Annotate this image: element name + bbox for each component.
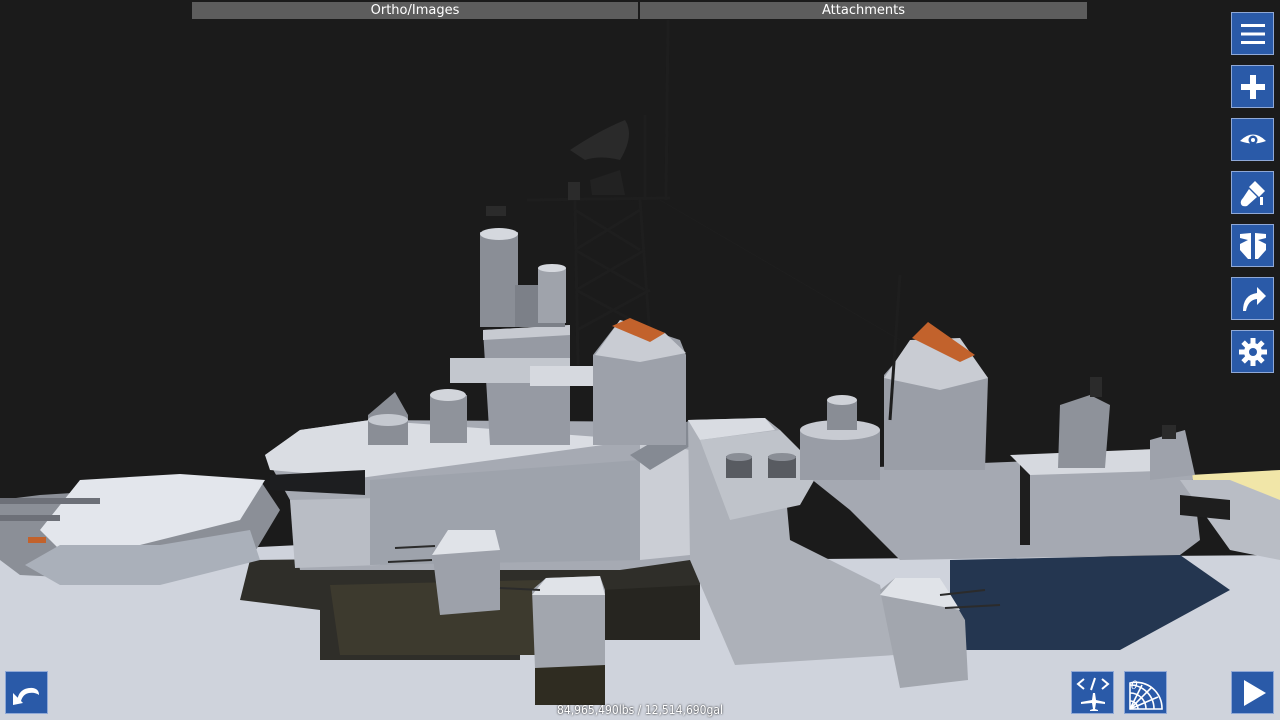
menu-icon [1240,23,1265,44]
tab-ortho-images[interactable]: Ortho/Images [192,2,638,19]
paint-button[interactable] [1231,171,1274,214]
viewport-3d[interactable] [0,0,1280,720]
paint-icon [1240,180,1265,206]
add-part-button[interactable] [1231,65,1274,108]
menu-button[interactable] [1231,12,1274,55]
svg-text:θ: θ [1131,679,1138,692]
settings-button[interactable] [1231,330,1274,373]
tab-attachments[interactable]: Attachments [640,2,1087,19]
symmetry-button[interactable] [1231,224,1274,267]
mass-fuel-readout: 84,965,490lbs / 12,514,690gal [556,703,724,717]
symmetry-icon [1239,232,1266,259]
rotate-icon [1242,286,1266,311]
view-icon [1239,134,1266,144]
rotate-button[interactable] [1231,277,1274,320]
view-button[interactable] [1231,118,1274,161]
settings-icon [1238,337,1267,366]
add-part-icon [1240,74,1265,99]
